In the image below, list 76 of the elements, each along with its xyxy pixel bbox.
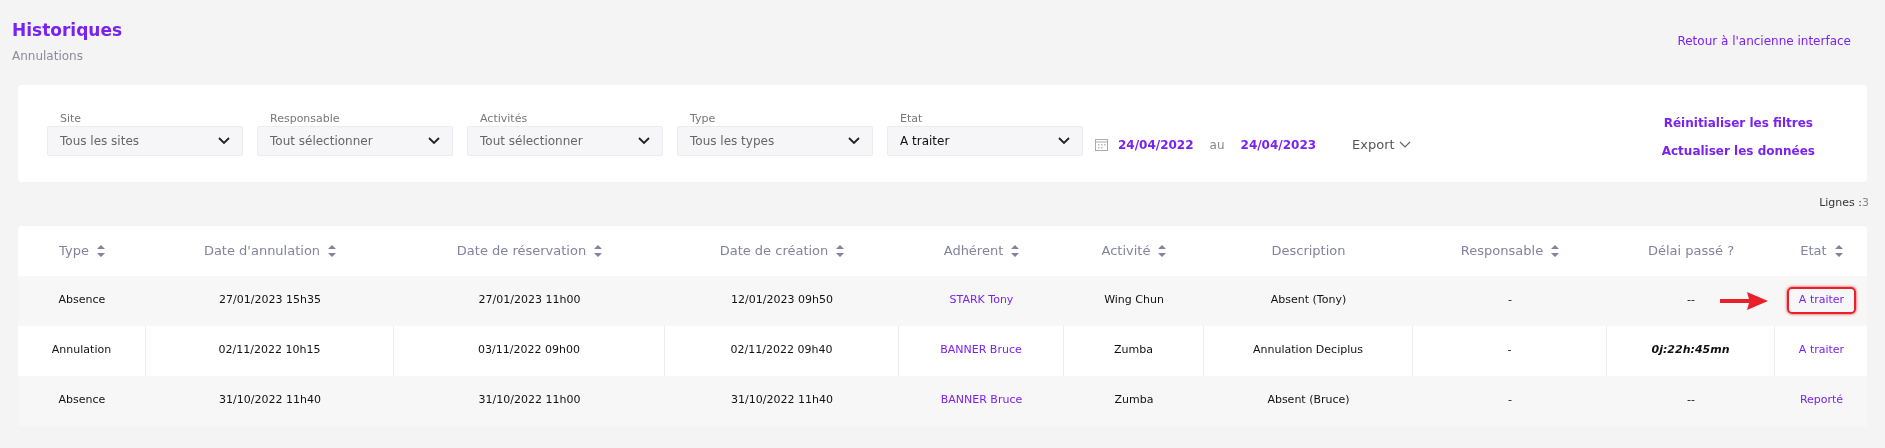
- table-cell: -: [1508, 392, 1512, 409]
- table-cell: Annulation Deciplus: [1253, 342, 1363, 359]
- chevron-down-icon: [428, 136, 440, 145]
- status-link[interactable]: A traiter: [1786, 337, 1857, 364]
- filter-label: Site: [60, 111, 83, 126]
- table-cell: Absence: [58, 392, 106, 409]
- chevron-down-icon: [1398, 141, 1411, 148]
- table-cell: 31/10/2022 11h40: [731, 392, 833, 409]
- table-cell: Absent (Bruce): [1267, 392, 1350, 409]
- filter-label: Type: [690, 111, 717, 126]
- column-header[interactable]: Etat: [1800, 240, 1843, 261]
- table-cell: --: [1687, 392, 1695, 409]
- calendar-icon[interactable]: [1095, 138, 1108, 151]
- table-cell: Zumba: [1114, 342, 1153, 359]
- status-link[interactable]: Reporté: [1787, 387, 1856, 414]
- export-button[interactable]: Export: [1352, 134, 1411, 155]
- filter-dropdown[interactable]: Tout sélectionner: [257, 125, 453, 156]
- row-count: Lignes :3: [1819, 195, 1869, 211]
- column-header[interactable]: Date d'annulation: [203, 240, 337, 261]
- page-title: Historiques: [12, 19, 123, 42]
- table-cell: 0j:22h:45mn: [1651, 342, 1730, 359]
- date-separator: au: [1209, 136, 1225, 154]
- column-header[interactable]: Délai passé ?: [1647, 240, 1735, 261]
- column-header[interactable]: Description: [1271, 240, 1346, 261]
- column-header[interactable]: Activité: [1101, 240, 1167, 261]
- table-cell: 02/11/2022 09h40: [730, 342, 833, 359]
- table-cell: Annulation: [51, 342, 112, 359]
- back-link[interactable]: Retour à l'ancienne interface: [1677, 32, 1851, 50]
- table-cell: 27/01/2023 11h00: [478, 292, 581, 309]
- table-cell: 31/10/2022 11h00: [478, 392, 581, 409]
- table-cell: -: [1507, 342, 1512, 359]
- chevron-down-icon: [638, 136, 650, 145]
- table-cell: --: [1687, 292, 1695, 309]
- sort-icon[interactable]: [836, 243, 845, 258]
- chevron-down-icon: [848, 136, 860, 145]
- sort-icon[interactable]: [1158, 243, 1167, 258]
- filter-label: Etat: [900, 111, 924, 126]
- column-header[interactable]: Date de création: [719, 240, 845, 261]
- sort-icon[interactable]: [1834, 243, 1843, 258]
- member-link[interactable]: STARK Tony: [949, 292, 1014, 309]
- column-header[interactable]: Type: [59, 240, 105, 261]
- table-cell: Wing Chun: [1104, 292, 1164, 309]
- member-link[interactable]: BANNER Bruce: [940, 342, 1022, 359]
- table-cell: Absence: [58, 292, 106, 309]
- table-cell: 31/10/2022 11h40: [219, 392, 321, 409]
- table-cell: Zumba: [1114, 392, 1154, 409]
- table-cell: 12/01/2023 09h50: [731, 292, 833, 309]
- filter-label: Activités: [480, 111, 529, 126]
- status-link[interactable]: A traiter: [1786, 287, 1857, 314]
- sort-icon[interactable]: [1011, 243, 1020, 258]
- page-subtitle: Annulations: [12, 48, 84, 65]
- start-date[interactable]: 24/04/2022: [1118, 135, 1194, 154]
- sort-icon[interactable]: [96, 243, 105, 258]
- sort-icon[interactable]: [1551, 243, 1560, 258]
- filter-label: Responsable: [270, 111, 341, 126]
- member-link[interactable]: BANNER Bruce: [940, 392, 1023, 409]
- action-link[interactable]: Actualiser les données: [1661, 141, 1815, 160]
- table-cell: -: [1508, 292, 1512, 309]
- chevron-down-icon: [218, 136, 230, 145]
- filter-dropdown[interactable]: Tout sélectionner: [467, 125, 663, 156]
- table-cell: 03/11/2022 09h00: [478, 342, 580, 359]
- action-link[interactable]: Réinitialiser les filtres: [1663, 113, 1813, 132]
- sort-icon[interactable]: [594, 243, 603, 258]
- column-header[interactable]: Date de réservation: [456, 240, 603, 261]
- pointer-arrow: [1719, 290, 1769, 311]
- table-cell: Absent (Tony): [1270, 292, 1347, 309]
- table-cell: 27/01/2023 15h35: [219, 292, 321, 309]
- filter-dropdown[interactable]: A traiter: [887, 125, 1083, 156]
- column-header[interactable]: Adhérent: [943, 240, 1020, 261]
- filter-dropdown[interactable]: Tous les sites: [47, 125, 243, 156]
- column-header[interactable]: Responsable: [1460, 240, 1560, 261]
- table-cell: 02/11/2022 10h15: [218, 342, 321, 359]
- chevron-down-icon: [1058, 136, 1070, 145]
- end-date[interactable]: 24/04/2023: [1240, 135, 1317, 154]
- sort-icon[interactable]: [328, 243, 337, 258]
- filter-dropdown[interactable]: Tous les types: [677, 125, 873, 156]
